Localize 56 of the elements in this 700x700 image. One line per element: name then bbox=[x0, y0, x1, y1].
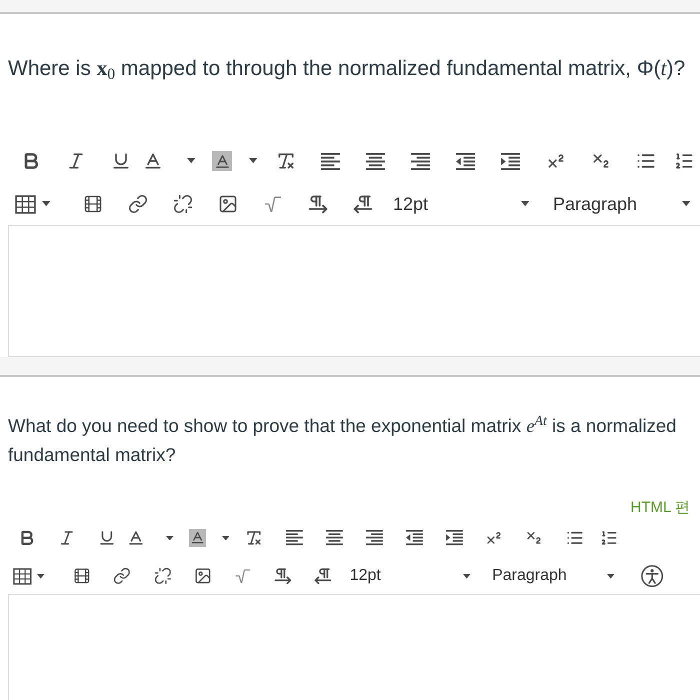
font-size-dropdown[interactable]: 12pt bbox=[342, 560, 476, 592]
background-color-icon bbox=[212, 151, 232, 171]
outdent-icon bbox=[456, 152, 475, 170]
caret-icon bbox=[166, 536, 174, 540]
caret-icon bbox=[249, 158, 258, 164]
film-icon bbox=[73, 567, 92, 586]
text-color-icon bbox=[127, 529, 146, 547]
clear-formatting-icon bbox=[276, 151, 296, 171]
caret-icon bbox=[187, 158, 196, 164]
subscript-icon bbox=[525, 529, 544, 547]
block-format-dropdown[interactable]: Paragraph bbox=[545, 186, 697, 222]
align-left-icon bbox=[321, 152, 340, 170]
align-center-icon bbox=[326, 530, 343, 546]
clear-formatting-icon bbox=[245, 529, 263, 547]
image-icon bbox=[194, 567, 212, 586]
block-format-dropdown[interactable]: Paragraph bbox=[485, 560, 620, 592]
square-root-icon bbox=[234, 567, 252, 586]
caret-icon bbox=[606, 574, 614, 579]
align-left-icon bbox=[286, 530, 303, 546]
caret-icon bbox=[222, 536, 230, 540]
superscript-icon bbox=[485, 529, 504, 547]
pilcrow-left-arrow-icon bbox=[352, 194, 372, 214]
question-text: What do you need to show to prove that the exponential matrix e$^{At}$ is a normalized fundamental matrix? bbox=[7, 413, 678, 467]
question-text: Where is x$_{0}$ mapped to through the normalized fundamental matrix, Φ(t)? bbox=[7, 55, 686, 83]
align-right-icon bbox=[411, 152, 430, 170]
align-center-icon bbox=[366, 152, 385, 170]
link-icon bbox=[113, 567, 132, 586]
underline-icon bbox=[110, 151, 130, 171]
outdent-icon bbox=[406, 530, 423, 546]
caret-icon bbox=[37, 574, 45, 579]
caret-icon bbox=[520, 201, 529, 207]
table-icon bbox=[13, 568, 32, 585]
font-size-dropdown[interactable]: 12pt bbox=[385, 186, 535, 222]
broken-link-icon bbox=[172, 194, 192, 214]
pilcrow-right-arrow-icon bbox=[308, 194, 328, 214]
text-color-icon bbox=[143, 151, 163, 171]
caret-icon bbox=[682, 201, 690, 207]
pilcrow-left-arrow-icon bbox=[314, 567, 332, 586]
pilcrow-right-arrow-icon bbox=[274, 567, 292, 586]
indent-icon bbox=[446, 530, 463, 546]
underline-icon bbox=[98, 529, 116, 547]
indent-icon bbox=[501, 152, 520, 170]
align-right-icon bbox=[366, 530, 383, 546]
numbered-list-icon bbox=[600, 529, 618, 547]
square-root-icon bbox=[262, 194, 282, 214]
numbered-list-icon bbox=[674, 151, 694, 171]
image-icon bbox=[218, 194, 238, 214]
caret-icon bbox=[463, 574, 471, 579]
film-icon bbox=[82, 194, 102, 214]
accessibility-icon bbox=[641, 565, 664, 588]
caret-icon bbox=[42, 201, 50, 207]
bullet-list-icon bbox=[566, 529, 584, 547]
link-icon bbox=[128, 194, 148, 214]
table-icon bbox=[15, 194, 36, 214]
broken-link-icon bbox=[154, 567, 172, 586]
background-color-icon bbox=[188, 529, 206, 547]
